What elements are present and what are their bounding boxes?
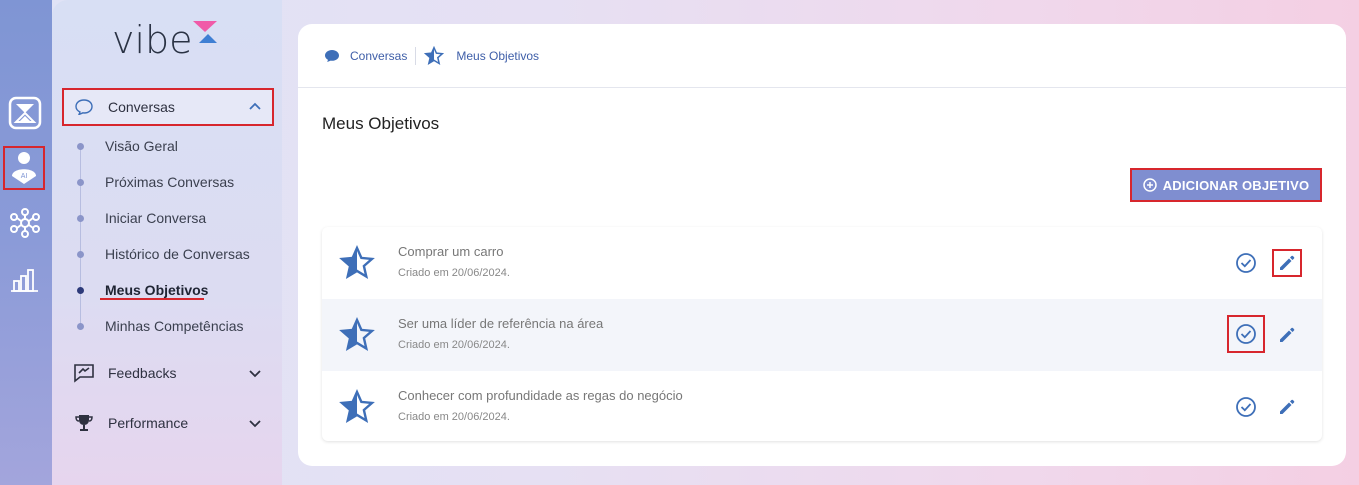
menu-feedbacks-label: Feedbacks bbox=[108, 365, 177, 381]
sidebar-item-competencias[interactable]: Minhas Competências bbox=[105, 318, 244, 334]
feedback-icon bbox=[72, 363, 96, 383]
edit-pencil-icon[interactable] bbox=[1272, 249, 1302, 277]
plus-circle-icon bbox=[1142, 178, 1157, 192]
objective-title: Ser uma líder de referência na área bbox=[398, 316, 604, 331]
sidebar-item-proximas-conversas[interactable]: Próximas Conversas bbox=[105, 174, 234, 190]
objective-date: Criado em 20/06/2024. bbox=[398, 411, 510, 423]
star-icon bbox=[424, 46, 445, 66]
chevron-up-icon bbox=[249, 102, 261, 110]
menu-conversas[interactable]: Conversas bbox=[62, 88, 274, 126]
objective-row: Ser uma líder de referência na área Cria… bbox=[322, 299, 1322, 371]
breadcrumb-conversas[interactable]: Conversas bbox=[350, 49, 407, 63]
add-objective-label: ADICIONAR OBJETIVO bbox=[1162, 177, 1310, 193]
complete-check-icon[interactable] bbox=[1232, 393, 1260, 421]
logo-mark-icon bbox=[193, 21, 217, 43]
chevron-down-icon bbox=[249, 420, 261, 428]
sidebar-item-historico[interactable]: Histórico de Conversas bbox=[105, 246, 250, 262]
complete-check-icon[interactable] bbox=[1232, 249, 1260, 277]
icon-rail: AI bbox=[0, 0, 52, 485]
objectives-list: Comprar um carro Criado em 20/06/2024. S… bbox=[322, 227, 1322, 441]
objective-title: Comprar um carro bbox=[398, 244, 504, 259]
page-title: Meus Objetivos bbox=[322, 114, 440, 133]
submenu-dot-active bbox=[77, 287, 84, 294]
edit-pencil-icon[interactable] bbox=[1272, 393, 1302, 421]
chevron-down-icon bbox=[249, 370, 261, 378]
submenu-line bbox=[80, 146, 81, 326]
menu-feedbacks[interactable]: Feedbacks bbox=[64, 356, 272, 390]
star-icon bbox=[339, 389, 375, 423]
submenu-dot bbox=[77, 215, 84, 222]
logo-text: vibe bbox=[112, 18, 193, 62]
bar-chart-icon[interactable] bbox=[6, 260, 44, 298]
objective-date: Criado em 20/06/2024. bbox=[398, 267, 510, 279]
chat-bubble-icon bbox=[72, 97, 96, 117]
menu-conversas-label: Conversas bbox=[108, 99, 175, 115]
objective-row: Conhecer com profundidade as regas do ne… bbox=[322, 371, 1322, 441]
breadcrumb-meus-objetivos[interactable]: Meus Objetivos bbox=[456, 49, 539, 63]
complete-check-icon[interactable] bbox=[1227, 315, 1265, 353]
sidebar: vibe Conversas Visão Geral Próximas Conv… bbox=[52, 0, 282, 485]
menu-performance[interactable]: Performance bbox=[64, 406, 272, 440]
submenu-dot bbox=[77, 323, 84, 330]
breadcrumb-separator bbox=[415, 47, 417, 65]
submenu-dot bbox=[77, 143, 84, 150]
ai-profile-icon[interactable]: AI bbox=[3, 146, 45, 190]
trophy-icon bbox=[72, 413, 96, 433]
sidebar-item-iniciar-conversa[interactable]: Iniciar Conversa bbox=[105, 210, 206, 226]
hourglass-icon[interactable] bbox=[6, 94, 44, 132]
edit-pencil-icon[interactable] bbox=[1272, 321, 1302, 349]
submenu-dot bbox=[77, 179, 84, 186]
main-card: Conversas Meus Objetivos Meus Objetivos … bbox=[298, 24, 1346, 466]
objective-title: Conhecer com profundidade as regas do ne… bbox=[398, 388, 683, 403]
header-divider bbox=[298, 87, 1346, 88]
menu-performance-label: Performance bbox=[108, 415, 189, 431]
sidebar-item-visao-geral[interactable]: Visão Geral bbox=[105, 138, 178, 154]
network-icon[interactable] bbox=[6, 204, 44, 242]
chat-bubble-icon bbox=[324, 49, 340, 63]
sidebar-item-meus-objetivos[interactable]: Meus Objetivos bbox=[105, 282, 208, 298]
add-objective-button[interactable]: ADICIONAR OBJETIVO bbox=[1130, 168, 1322, 202]
active-underline bbox=[100, 298, 204, 300]
svg-text:AI: AI bbox=[21, 173, 28, 180]
submenu-dot bbox=[77, 251, 84, 258]
objective-date: Criado em 20/06/2024. bbox=[398, 339, 510, 351]
breadcrumb: Conversas Meus Objetivos bbox=[324, 46, 539, 66]
objective-row: Comprar um carro Criado em 20/06/2024. bbox=[322, 227, 1322, 299]
star-icon bbox=[339, 245, 375, 279]
star-icon bbox=[339, 317, 375, 351]
